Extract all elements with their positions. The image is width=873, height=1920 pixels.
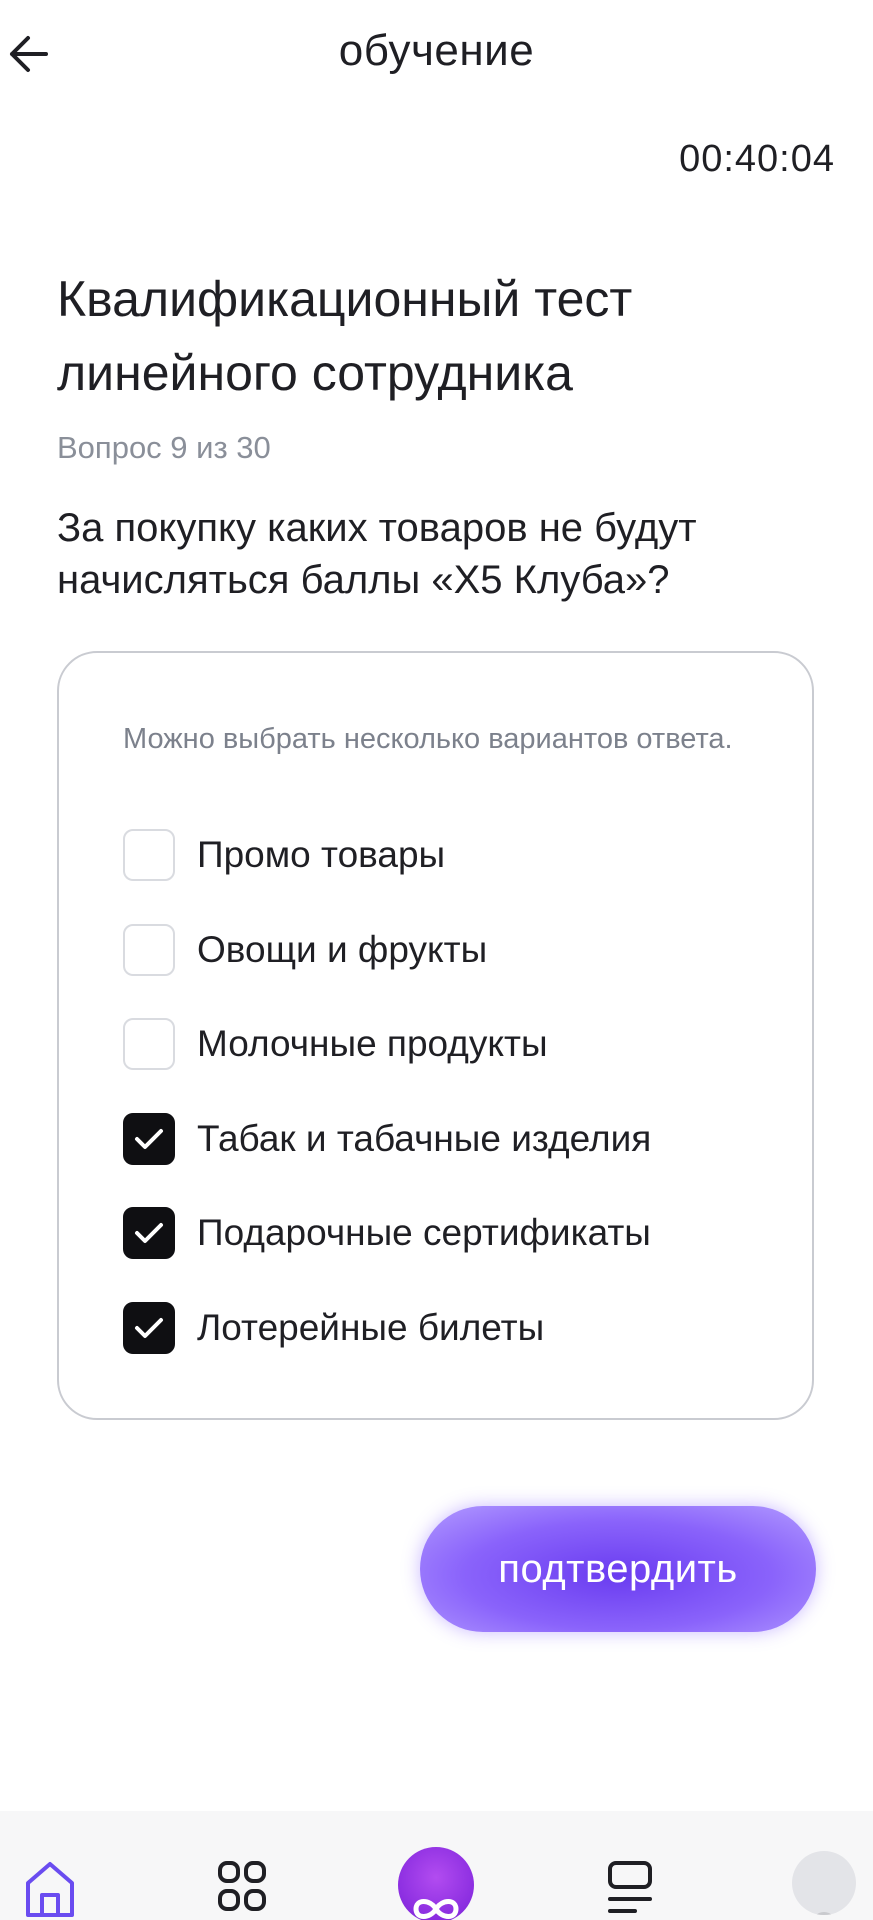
infinity-logo-badge bbox=[398, 1847, 474, 1920]
infinity-logo-icon bbox=[413, 1899, 459, 1919]
answers-card: Можно выбрать несколько вариантов ответа… bbox=[57, 651, 814, 1420]
answer-option[interactable]: Лотерейные билеты bbox=[123, 1301, 783, 1354]
multiple-choice-hint: Можно выбрать несколько вариантов ответа… bbox=[123, 723, 733, 755]
answer-option-label: Табак и табачные изделия bbox=[197, 1117, 652, 1159]
checkbox[interactable] bbox=[123, 1301, 175, 1354]
header: обучение bbox=[0, 0, 873, 112]
answer-option-label: Промо товары bbox=[197, 834, 446, 875]
checkbox[interactable] bbox=[123, 1207, 175, 1259]
test-title: Квалификационный тест линейного сотрудни… bbox=[57, 271, 633, 401]
page-title: обучение bbox=[338, 26, 535, 75]
avatar bbox=[792, 1851, 856, 1915]
checkmark-icon bbox=[135, 1223, 163, 1243]
answer-options: Промо товары Овощи и фрукты Молочные про… bbox=[123, 829, 783, 1396]
answer-option[interactable]: Подарочные сертификаты bbox=[123, 1207, 783, 1259]
question-text: За покупку каких товаров не будут начисл… bbox=[57, 506, 697, 602]
list-icon bbox=[608, 1861, 652, 1913]
checkmark-icon bbox=[135, 1128, 163, 1149]
tab-catalog[interactable] bbox=[192, 1811, 292, 1920]
confirm-button[interactable]: подтвердить bbox=[420, 1506, 816, 1632]
question-counter: Вопрос 9 из 30 bbox=[57, 430, 271, 465]
profile-avatar-icon bbox=[816, 1912, 832, 1915]
tab-home[interactable] bbox=[0, 1811, 100, 1920]
checkbox[interactable] bbox=[123, 923, 175, 976]
answer-option[interactable]: Промо товары bbox=[123, 829, 783, 881]
home-icon bbox=[26, 1862, 74, 1917]
answer-option-label: Молочные продукты bbox=[197, 1023, 548, 1064]
answer-option[interactable]: Молочные продукты bbox=[123, 1018, 783, 1070]
bottom-tab-bar bbox=[0, 1811, 873, 1920]
timer: 00:40:04 bbox=[679, 138, 835, 180]
tab-list[interactable] bbox=[580, 1811, 680, 1920]
checkbox[interactable] bbox=[123, 1112, 175, 1165]
checkbox[interactable] bbox=[123, 829, 175, 881]
answer-option[interactable]: Овощи и фрукты bbox=[123, 923, 783, 976]
answer-option[interactable]: Табак и табачные изделия bbox=[123, 1112, 783, 1165]
tab-profile[interactable] bbox=[774, 1811, 873, 1920]
checkbox[interactable] bbox=[123, 1018, 175, 1070]
answer-option-label: Подарочные сертификаты bbox=[197, 1212, 651, 1253]
answer-option-label: Лотерейные билеты bbox=[197, 1306, 545, 1348]
answer-option-label: Овощи и фрукты bbox=[197, 928, 488, 970]
catalog-grid-icon bbox=[218, 1861, 266, 1911]
tab-main-logo[interactable] bbox=[386, 1811, 486, 1920]
checkmark-icon bbox=[135, 1317, 163, 1338]
